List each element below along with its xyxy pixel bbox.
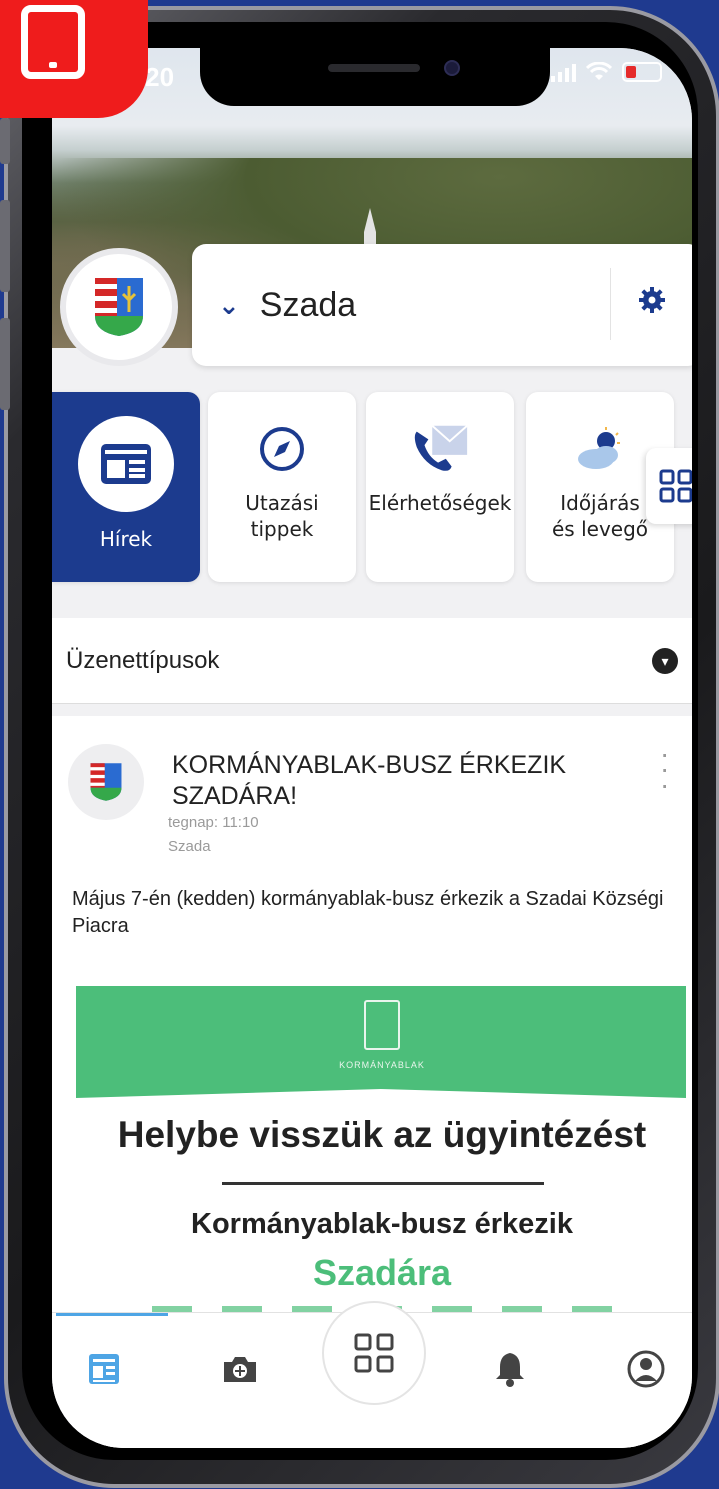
feature-tiles: Hírek Utazási tippek Elérhetőségek Időjá… (52, 392, 692, 582)
tile-contacts[interactable]: Elérhetőségek (366, 392, 514, 582)
nav-profile[interactable] (616, 1339, 676, 1399)
poster-headline: Helybe visszük az ügyintézést (117, 1114, 647, 1155)
more-vertical-icon[interactable]: · · · (660, 739, 669, 798)
nav-notifications[interactable] (480, 1339, 540, 1399)
tile-label: Időjárás és levegő (552, 491, 649, 541)
front-camera (444, 60, 460, 76)
weather-icon (569, 418, 631, 480)
poster-subheadline: Kormányablak-busz érkezik (191, 1208, 573, 1240)
location-selector[interactable]: ⌄ Szada (192, 244, 692, 366)
compass-icon (251, 418, 313, 480)
volume-up-button (0, 200, 10, 292)
poster-place: Szadára (312, 1252, 452, 1293)
profile-icon (627, 1350, 665, 1388)
location-name: Szada (259, 285, 357, 324)
all-services-button[interactable] (646, 448, 692, 524)
app-screen: 3:20 ⌄ Szada Hírek Utazási tippek Elérhe… (52, 48, 692, 1448)
active-tab-indicator (56, 1313, 168, 1316)
message-types-dropdown[interactable]: Üzenettípusok ▾ (52, 618, 692, 704)
tile-travel-tips[interactable]: Utazási tippek (208, 392, 356, 582)
gear-icon[interactable] (638, 286, 666, 314)
news-post[interactable]: KORMÁNYABLAK-BUSZ ÉRKEZIK SZADÁRA! tegna… (52, 716, 692, 1366)
chevron-down-icon[interactable]: ⌄ (218, 290, 240, 321)
grid-icon (659, 469, 692, 503)
news-icon (89, 1354, 119, 1384)
tile-news[interactable]: Hírek (52, 392, 200, 582)
wifi-icon (586, 62, 612, 80)
poster-divider (222, 1182, 544, 1185)
smartphone-icon (21, 5, 85, 79)
home-indicator (52, 1422, 692, 1448)
post-location: Szada (168, 838, 211, 855)
speaker (328, 64, 420, 72)
message-types-label: Üzenettípusok (66, 646, 220, 674)
notch (200, 48, 550, 106)
poster-brand: KORMÁNYABLAK (339, 1060, 425, 1070)
bell-icon (496, 1353, 524, 1387)
camera-icon (224, 1357, 256, 1382)
tile-label: Elérhetőségek (368, 491, 512, 515)
nav-news[interactable] (74, 1339, 134, 1399)
nav-camera[interactable] (210, 1339, 270, 1399)
mobile-device-badge (0, 0, 148, 118)
avatar (68, 744, 144, 820)
battery-icon (622, 62, 662, 82)
post-title[interactable]: KORMÁNYABLAK-BUSZ ÉRKEZIK SZADÁRA! (172, 750, 592, 813)
contact-phone-icon (409, 418, 471, 480)
signal-icon (551, 62, 576, 82)
town-logo[interactable] (60, 248, 178, 366)
post-timestamp: tegnap: 11:10 (168, 814, 259, 831)
emblem-icon (364, 1000, 400, 1050)
status-icons (551, 62, 662, 82)
divider (610, 268, 611, 340)
tile-label: Hírek (99, 527, 153, 551)
volume-down-button (0, 318, 10, 410)
post-body: Május 7-én (kedden) kormányablak-busz ér… (72, 888, 664, 937)
grid-icon (354, 1333, 394, 1373)
coat-of-arms-icon (90, 763, 122, 801)
chevron-down-icon[interactable]: ▾ (652, 648, 678, 674)
coat-of-arms-icon (95, 278, 143, 336)
mute-switch (0, 118, 10, 164)
nav-services[interactable] (322, 1301, 426, 1405)
newspaper-icon (78, 416, 174, 512)
tile-label: Utazási tippek (245, 491, 319, 541)
